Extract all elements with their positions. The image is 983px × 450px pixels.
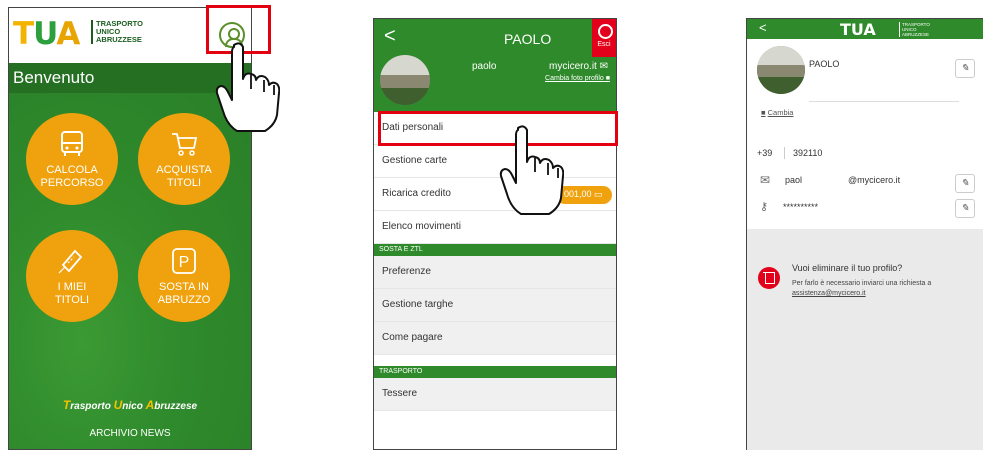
menu-gestione-targhe[interactable]: Gestione targhe [374, 289, 616, 322]
avatar [757, 46, 805, 94]
divider [784, 147, 785, 159]
edit-password-button[interactable]: ✎ [955, 199, 975, 218]
profile-menu-screen: < PAOLO Esci paolo mycicero.it ✉ Cambia … [373, 18, 617, 450]
profile-name: PAOLO [504, 31, 552, 47]
tua-logo-subtitle: TRASPORTO UNICO ABRUZZESE [899, 22, 930, 37]
parking-icon: P [172, 248, 196, 274]
camera-icon: ■ [605, 75, 610, 82]
change-photo-link[interactable]: ■ Cambia [761, 108, 793, 117]
svg-text:P: P [179, 254, 190, 271]
menu-gestione-carte[interactable]: Gestione carte [374, 145, 616, 178]
trash-icon[interactable] [758, 267, 780, 289]
tagline: Trasporto Unico Abruzzese [62, 398, 198, 412]
mail-icon: ✉ [760, 173, 771, 187]
password-value: ********** [783, 202, 819, 212]
tua-logo-subtitle: TRASPORTO UNICO ABRUZZESE [91, 20, 143, 44]
pointer-hand-icon [215, 42, 280, 132]
delete-profile-section: Vuoi eliminare il tuo profilo? Per farlo… [747, 229, 983, 450]
back-button[interactable]: < [759, 20, 767, 35]
name-value: PAOLO [809, 59, 840, 69]
section-trasporto: TRASPORTO [374, 366, 616, 378]
section-sosta-ztl: SOSTA E ZTL [374, 244, 616, 256]
credit-badge: 001,00 ▭ [556, 186, 612, 204]
change-photo-link[interactable]: Cambia foto profilo ■ [545, 75, 610, 82]
bus-icon [61, 131, 83, 156]
camera-icon: ■ [761, 108, 766, 117]
name-underline [809, 101, 959, 102]
edit-name-button[interactable]: ✎ [955, 59, 975, 78]
logout-button[interactable]: Esci [592, 19, 616, 57]
edit-email-button[interactable]: ✎ [955, 174, 975, 193]
archivio-news-link[interactable]: ARCHIVIO NEWS [9, 428, 251, 439]
sosta-in-abruzzo-button[interactable]: P SOSTA IN ABRUZZO [138, 230, 230, 322]
i-miei-titoli-button[interactable]: I MIEI TITOLI [26, 230, 118, 322]
back-button[interactable]: < [384, 25, 396, 48]
menu-tessere[interactable]: Tessere [374, 378, 616, 411]
support-email-link[interactable]: assistenza@mycicero.it [792, 290, 866, 297]
tua-logo: TUA [13, 16, 80, 52]
ticket-icon [58, 249, 83, 274]
calcola-percorso-button[interactable]: CALCOLA PERCORSO [26, 113, 118, 205]
personal-data-screen: < TUA TRASPORTO UNICO ABRUZZESE PAOLO ✎ ■ … [746, 18, 983, 450]
menu-preferenze[interactable]: Preferenze [374, 256, 616, 289]
delete-text: Per farlo è necessario inviarci una rich… [792, 280, 932, 297]
wallet-icon: ▭ [594, 189, 603, 199]
avatar[interactable] [380, 55, 430, 105]
menu-elenco-movimenti[interactable]: Elenco movimenti [374, 211, 616, 244]
phone-prefix: +39 [757, 148, 773, 158]
profile-header: < PAOLO Esci paolo mycicero.it ✉ Cambia … [374, 19, 616, 112]
personal-data-header: < TUA TRASPORTO UNICO ABRUZZESE [747, 19, 983, 39]
email-prefix: paol [785, 175, 803, 185]
tua-logo: TUA [840, 20, 876, 39]
delete-title: Vuoi eliminare il tuo profilo? [792, 263, 903, 273]
email-domain: @mycicero.it [848, 175, 901, 185]
menu-come-pagare[interactable]: Come pagare [374, 322, 616, 355]
phone-number: 392110 [793, 148, 823, 158]
home-body: CALCOLA PERCORSO ACQUISTA TITOLI I MIEI … [9, 93, 251, 449]
cart-icon [172, 133, 198, 156]
mail-icon: ✉ [599, 61, 608, 72]
key-icon: ⚷ [760, 201, 769, 213]
pointer-hand-icon [499, 125, 564, 215]
menu-ricarica-credito[interactable]: Ricarica credito 001,00 ▭ [374, 178, 616, 211]
